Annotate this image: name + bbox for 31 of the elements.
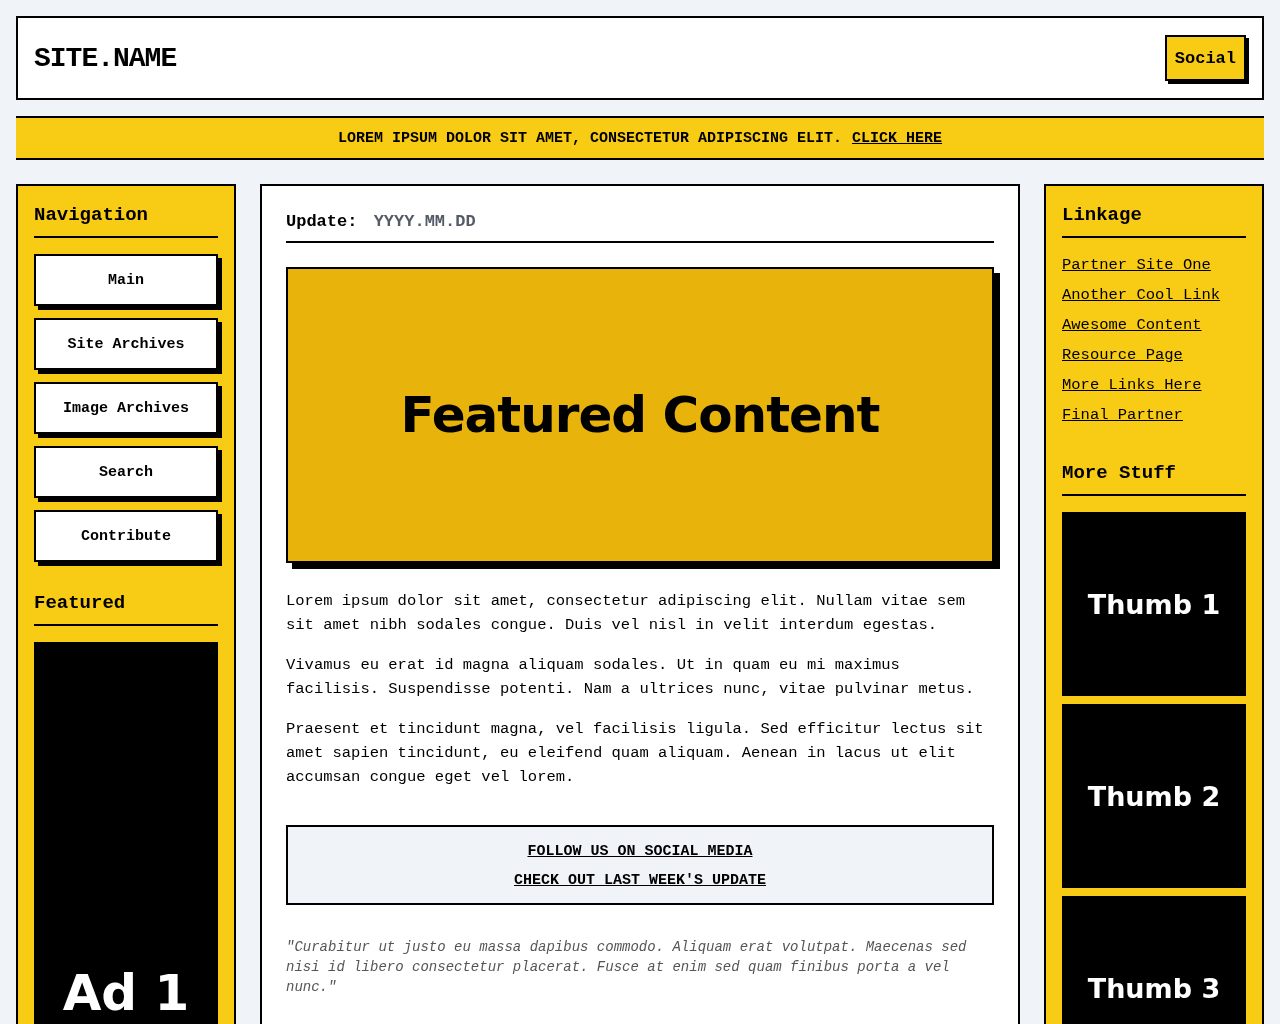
click-here-link[interactable]: CLICK HERE xyxy=(852,129,943,147)
partner-link[interactable]: Another Cool Link xyxy=(1062,286,1221,304)
paragraph: Lorem ipsum dolor sit amet, consectetur adipiscing elit. Nullam vitae sem sit amet nibh sodales congue. Duis vel nisl in velit interdum egestas. xyxy=(286,591,966,636)
ad-label: Ad 1 xyxy=(62,964,190,1022)
section-heading: Linkage xyxy=(1062,202,1246,238)
paragraph: Praesent et tincidunt magna, vel facilisis ligula. Sed efficitur lectus sit amet sapien tincidunt, eu eleifend quam aliquam. Aenean in lacus ut elit accumsan congue eget vel lorem. xyxy=(286,719,985,788)
thumbnail-label: Thumb 3 xyxy=(1087,972,1221,1004)
featured-title: Featured Content xyxy=(400,386,880,444)
update-date: YYYY.MM.DD xyxy=(373,212,476,231)
text-link[interactable]: FOLLOW US ON SOCIAL MEDIA xyxy=(527,843,753,860)
update-label: Update: xyxy=(286,212,358,231)
partner-link[interactable]: Resource Page xyxy=(1062,346,1183,364)
site-logo[interactable]: SITE.NAME xyxy=(34,42,177,74)
paragraph: Vivamus eu erat id magna aliquam sodales. Ut in quam eu mi maximus facilisis. Suspendisse potenti. Nam a ultrices nunc, vitae pulvinar metus. xyxy=(286,655,976,700)
text-link[interactable]: CHECK OUT LAST WEEK'S UPDATE xyxy=(513,872,766,889)
thumbnail[interactable]: Thumb 1 xyxy=(1062,512,1246,696)
partner-link[interactable]: Partner Site One xyxy=(1062,256,1211,274)
partner-link[interactable]: Awesome Content xyxy=(1062,316,1202,334)
section-heading: Featured xyxy=(34,590,218,626)
partner-link[interactable]: More Links Here xyxy=(1062,376,1202,394)
banner-text: LOREM IPSUM DOLOR SIT AMET, CONSECTETUR ADIPISCING ELIT. xyxy=(337,129,843,147)
thumbnail-label: Thumb 2 xyxy=(1087,780,1221,812)
social-button[interactable]: Social xyxy=(1164,35,1246,81)
section-heading: Navigation xyxy=(34,202,218,238)
thumbnail[interactable]: Thumb 2 xyxy=(1062,704,1246,888)
partner-link[interactable]: Final Partner xyxy=(1062,406,1183,424)
ad-banner[interactable]: Ad 1 xyxy=(34,642,218,1024)
thumbnail-label: Thumb 1 xyxy=(1087,588,1221,620)
thumbnail[interactable]: Thumb 3 xyxy=(1062,896,1246,1024)
quote: "Curabitur ut justo eu massa dapibus commodo. Aliquam erat volutpat. Maecenas sed nisi id libero consectetur placerat. Fusce at enim sed quam finibus porta a vel nunc." xyxy=(286,938,968,997)
section-heading: More Stuff xyxy=(1062,460,1246,496)
